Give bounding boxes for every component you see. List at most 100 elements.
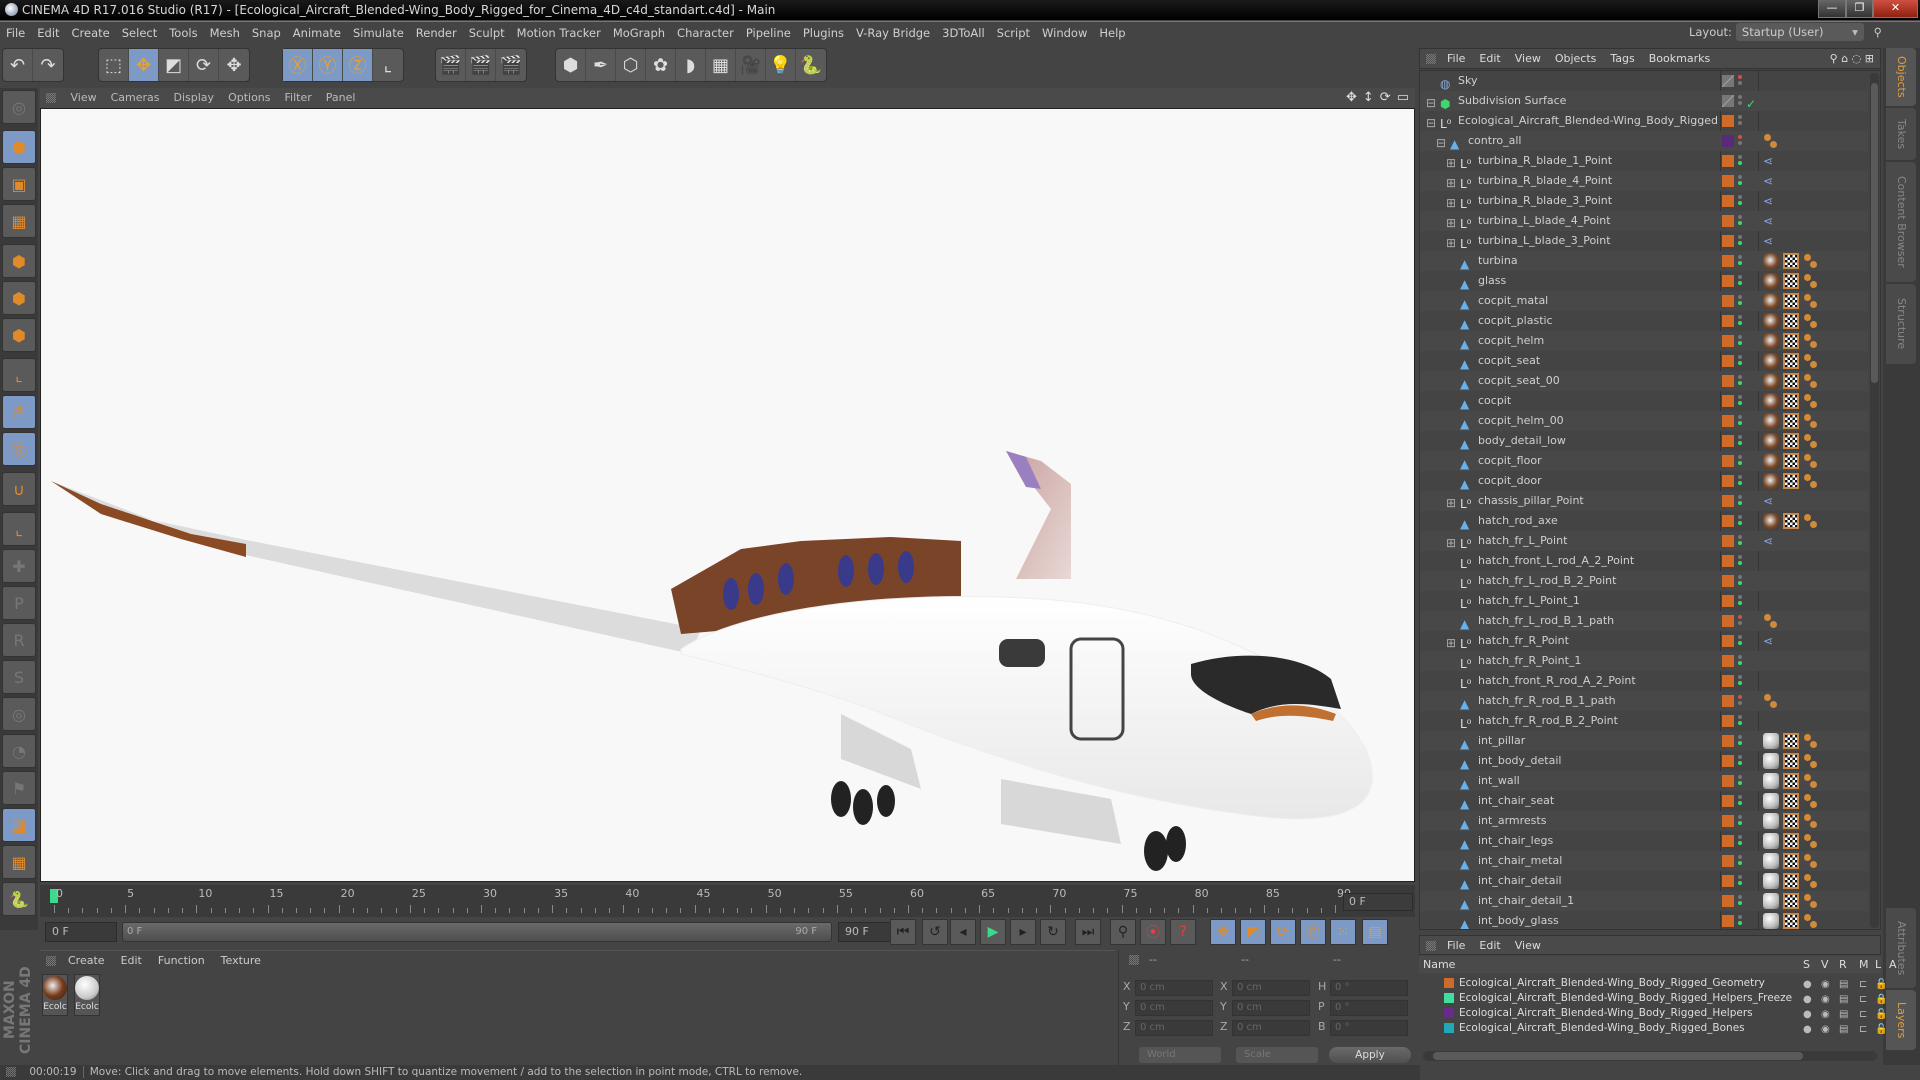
pen-spline-button[interactable]: ✒ — [586, 49, 616, 81]
maximize-view-icon[interactable]: ▭ — [1397, 90, 1409, 105]
snapping-button[interactable]: Ⓢ — [2, 432, 36, 466]
constraint-tag-icon[interactable]: ⋖ — [1763, 533, 1779, 549]
object-row[interactable]: ⊞ L⁰ chassis_pillar_Point ⋖ — [1420, 491, 1868, 511]
ik-tag-icon[interactable] — [1803, 453, 1819, 469]
menu-sculpt[interactable]: Sculpt — [463, 22, 511, 44]
layer-color-swatch[interactable] — [1722, 895, 1734, 907]
object-row[interactable]: ⊟ ▲ contro_all — [1420, 131, 1868, 151]
object-row[interactable]: ⊞ L⁰ turbina_L_blade_4_Point ⋖ — [1420, 211, 1868, 231]
timeline-ruler[interactable]: 051015202530354045505560657075808590 0 F — [40, 885, 1415, 917]
rotation-key-button[interactable]: R — [2, 623, 36, 657]
coord-field-x-1[interactable]: 0 cm — [1232, 980, 1310, 996]
light-button[interactable]: 💡 — [766, 49, 796, 81]
object-row[interactable]: ⊞ L⁰ hatch_fr_L_Point ⋖ — [1420, 531, 1868, 551]
coord-field-z-0[interactable]: 0 cm — [1135, 1020, 1213, 1036]
key-parameter-button[interactable]: Ⓟ — [1300, 919, 1326, 945]
layer-color-swatch[interactable] — [1722, 655, 1734, 667]
live-selection-button[interactable]: ⬚ — [99, 49, 129, 81]
object-row[interactable]: ▲ int_chair_detail — [1420, 871, 1868, 891]
uvw-tag-icon[interactable] — [1783, 453, 1799, 469]
menu-mesh[interactable]: Mesh — [204, 22, 246, 44]
layer-horizontal-scrollbar[interactable] — [1423, 1051, 1877, 1061]
ik-tag-icon[interactable] — [1763, 693, 1779, 709]
ik-tag-icon[interactable] — [1803, 433, 1819, 449]
ik-tag-icon[interactable] — [1803, 353, 1819, 369]
layer-menu-file[interactable]: File — [1440, 936, 1472, 955]
object-row[interactable]: ▲ hatch_fr_L_rod_B_1_path — [1420, 611, 1868, 631]
record-key-button[interactable]: ⚑ — [2, 771, 36, 805]
object-row[interactable]: L⁰ hatch_front_L_rod_A_2_Point — [1420, 551, 1868, 571]
visibility-dots[interactable] — [1738, 433, 1744, 449]
panel-grip-icon[interactable] — [1129, 955, 1139, 965]
layer-menu-view[interactable]: View — [1508, 936, 1548, 955]
ik-tag-icon[interactable] — [1803, 853, 1819, 869]
object-menu-bookmarks[interactable]: Bookmarks — [1642, 49, 1717, 69]
visibility-dots[interactable] — [1738, 873, 1744, 889]
uvw-tag-icon[interactable] — [1783, 853, 1799, 869]
visibility-dots[interactable] — [1738, 633, 1744, 649]
object-menu-tags[interactable]: Tags — [1603, 49, 1641, 69]
texture-tag-icon[interactable] — [1763, 293, 1779, 309]
visibility-dots[interactable] — [1738, 393, 1744, 409]
layer-color-swatch[interactable] — [1722, 475, 1734, 487]
ik-tag-icon[interactable] — [1803, 373, 1819, 389]
layer-color-swatch[interactable] — [1722, 155, 1734, 167]
layer-column-m[interactable]: M — [1859, 956, 1869, 973]
lock-icon[interactable]: 🔒 — [1875, 992, 1887, 1007]
python-script-button[interactable]: 🐍 — [2, 882, 36, 916]
visibility-dots[interactable] — [1738, 513, 1744, 529]
ik-tag-icon[interactable] — [1803, 393, 1819, 409]
param-key-button[interactable]: ◎ — [2, 697, 36, 731]
visibility-dots[interactable] — [1738, 833, 1744, 849]
ik-tag-icon[interactable] — [1803, 413, 1819, 429]
ik-tag-icon[interactable] — [1803, 793, 1819, 809]
tab-takes[interactable]: Takes — [1886, 108, 1916, 160]
expand-toggle-icon[interactable]: ⊞ — [1446, 173, 1456, 193]
uvw-tag-icon[interactable] — [1783, 513, 1799, 529]
visibility-dots[interactable] — [1738, 193, 1744, 209]
render-picture-viewer-button[interactable]: 🎬 — [466, 49, 496, 81]
position-key-button[interactable]: P — [2, 586, 36, 620]
object-row[interactable]: ▲ hatch_rod_axe — [1420, 511, 1868, 531]
visible-icon[interactable]: ◉ — [1821, 1007, 1830, 1022]
undo-button[interactable]: ↶ — [3, 49, 33, 81]
visibility-dots[interactable] — [1738, 793, 1744, 809]
object-row[interactable]: ⊟ ⬢ Subdivision Surface ✓ — [1420, 91, 1868, 111]
layer-color-swatch[interactable] — [1722, 135, 1734, 147]
expand-toggle-icon[interactable]: ⊟ — [1426, 93, 1436, 113]
render-icon[interactable]: ▤ — [1839, 977, 1848, 992]
viewport-menu-options[interactable]: Options — [221, 88, 277, 108]
lock-icon[interactable]: 🔓 — [1875, 1022, 1887, 1037]
object-row[interactable]: ▲ int_pillar — [1420, 731, 1868, 751]
object-row[interactable]: ▲ cocpit_helm — [1420, 331, 1868, 351]
menu-3dtoall[interactable]: 3DToAll — [936, 22, 991, 44]
tweak-mode-button[interactable]: 🖱 — [2, 395, 36, 429]
constraint-tag-icon[interactable]: ⋖ — [1763, 633, 1779, 649]
material-menu-texture[interactable]: Texture — [213, 951, 269, 971]
key-scale-button[interactable]: ◩ — [1240, 919, 1266, 945]
texture-tag-icon[interactable] — [1763, 813, 1779, 829]
search-icon[interactable]: ⚲ — [1874, 25, 1882, 39]
menu-pipeline[interactable]: Pipeline — [740, 22, 797, 44]
coord-field-x-0[interactable]: 0 cm — [1135, 980, 1213, 996]
layer-color-swatch[interactable] — [1722, 435, 1734, 447]
ik-tag-icon[interactable] — [1803, 733, 1819, 749]
key-position-button[interactable]: ✥ — [1210, 919, 1236, 945]
tab-structure[interactable]: Structure — [1886, 284, 1916, 364]
object-row[interactable]: ▲ cocpit — [1420, 391, 1868, 411]
visibility-dots[interactable] — [1738, 353, 1744, 369]
recent-tool-button[interactable]: ✥ — [219, 49, 249, 81]
visibility-dots[interactable] — [1738, 493, 1744, 509]
panel-grip-icon[interactable] — [46, 93, 56, 103]
object-row[interactable]: ⊞ L⁰ turbina_R_blade_3_Point ⋖ — [1420, 191, 1868, 211]
ik-tag-icon[interactable] — [1803, 293, 1819, 309]
uvw-tag-icon[interactable] — [1783, 373, 1799, 389]
minimize-button[interactable]: — — [1818, 0, 1846, 18]
visibility-dots[interactable] — [1738, 233, 1744, 249]
y-axis-button[interactable]: Ⓨ — [313, 49, 343, 81]
key-rotation-button[interactable]: ⟳ — [1270, 919, 1296, 945]
render-view-button[interactable]: 🎬 — [436, 49, 466, 81]
object-row[interactable]: ▲ cocpit_door — [1420, 471, 1868, 491]
render-icon[interactable]: ▤ — [1839, 1007, 1848, 1022]
uvw-tag-icon[interactable] — [1783, 393, 1799, 409]
